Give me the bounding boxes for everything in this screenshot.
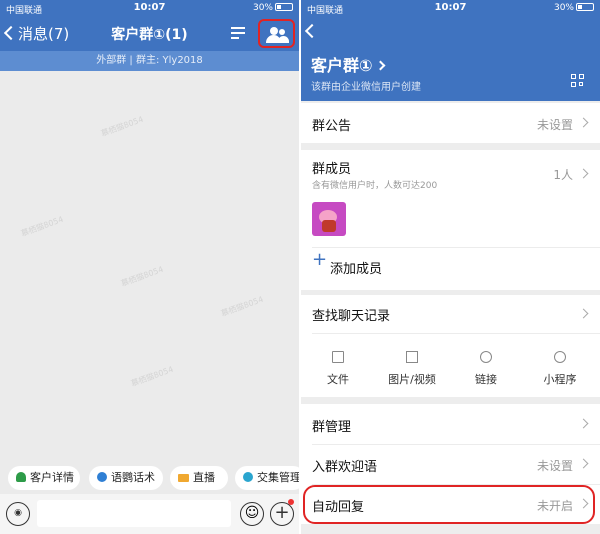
back-button[interactable]	[304, 23, 320, 41]
script-chip[interactable]: 语鹦话术	[89, 466, 163, 490]
group-info-bar: 外部群 | 群主: Yly2018	[0, 51, 299, 71]
chevron-right-icon	[578, 117, 589, 128]
folder-icon	[332, 351, 344, 363]
settings-label: 入群欢迎语	[312, 460, 378, 475]
live-chip[interactable]: 直播	[170, 466, 228, 490]
announcement-label: 群公告	[312, 119, 352, 134]
mini-program-icon	[554, 351, 566, 363]
tool-label: 小程序	[543, 373, 577, 386]
battery-indicator: 30%	[554, 3, 594, 13]
watermark: 慕栖猫8054	[129, 364, 175, 389]
history-section: 查找聊天记录 文件 图片/视频 链接 小程序	[301, 295, 600, 397]
add-icon[interactable]: +	[312, 251, 327, 269]
chevron-right-icon	[375, 60, 386, 71]
group-members-icon	[270, 27, 278, 35]
chip-label: 客户详情	[30, 471, 74, 484]
group-management-row[interactable]: 群管理	[301, 404, 600, 444]
battery-percent: 30%	[252, 3, 273, 13]
tool-label: 图片/视频	[388, 373, 436, 386]
group-subtitle: 该群由企业微信用户创建	[311, 82, 421, 93]
divider	[312, 247, 600, 248]
watermark: 慕栖猫8054	[119, 264, 165, 289]
file-tool[interactable]: 文件	[301, 351, 375, 387]
bird-icon	[243, 472, 253, 482]
welcome-message-row[interactable]: 入群欢迎语 未设置	[301, 444, 600, 484]
group-header: 中国联通 10:07 30% 客户群① 该群由企业微信用户创建	[301, 0, 600, 101]
filter-icon[interactable]	[231, 26, 245, 40]
announcement-row[interactable]: 群公告 未设置	[301, 103, 600, 143]
quick-action-bar: 客户详情 语鹦话术 直播 交集管理	[0, 462, 299, 494]
notification-dot	[288, 499, 294, 505]
chevron-left-icon	[304, 23, 320, 39]
emoji-icon[interactable]: ☺	[240, 502, 264, 526]
plus-icon[interactable]: +	[270, 502, 294, 526]
mini-program-tool[interactable]: 小程序	[523, 351, 597, 387]
message-input[interactable]	[37, 500, 231, 527]
battery-percent: 30%	[553, 3, 574, 13]
group-info-screen: 中国联通 10:07 30% 客户群① 该群由企业微信用户创建 群公告 未设置 …	[301, 0, 600, 534]
image-video-tool[interactable]: 图片/视频	[375, 351, 449, 387]
tool-label: 文件	[327, 373, 349, 386]
add-member-button[interactable]: 添加成员	[330, 258, 382, 277]
message-list[interactable]: 慕栖猫8054 慕栖猫8054 慕栖猫8054 慕栖猫8054 慕栖猫8054	[0, 71, 299, 459]
members-count[interactable]: 1人	[553, 166, 573, 183]
group-name[interactable]: 客户群①	[311, 52, 386, 76]
chevron-right-icon	[578, 458, 589, 469]
chip-label: 直播	[193, 471, 215, 484]
bird-icon	[97, 472, 107, 482]
status-bar: 中国联通 10:07 30%	[301, 0, 600, 16]
history-tools: 文件 图片/视频 链接 小程序	[301, 333, 600, 397]
chip-label: 语鹦话术	[111, 471, 155, 484]
chat-header: 中国联通 10:07 30% 消息(7) 客户群①(1)	[0, 0, 299, 51]
members-hint: 含有微信用户时，人数可达200	[312, 181, 438, 191]
link-tool[interactable]: 链接	[449, 351, 523, 387]
link-icon	[480, 351, 492, 363]
chevron-right-icon	[578, 308, 589, 319]
search-history-label[interactable]: 查找聊天记录	[312, 305, 390, 324]
battery-icon	[576, 3, 594, 11]
group-members-button[interactable]	[258, 19, 295, 48]
chevron-right-icon	[578, 418, 589, 429]
input-bar: ◉ ☺ +	[0, 494, 299, 534]
watermark: 慕栖猫8054	[99, 114, 145, 139]
battery-icon	[275, 3, 293, 11]
group-name-label: 客户群①	[311, 56, 373, 75]
watermark: 慕栖猫8054	[219, 294, 265, 319]
customer-details-chip[interactable]: 客户详情	[8, 466, 80, 490]
settings-value: 未设置	[536, 459, 573, 473]
avatar[interactable]	[312, 202, 346, 236]
highlight-box	[303, 485, 595, 524]
members-section: 群成员 含有微信用户时，人数可达200 1人 + 添加成员	[301, 150, 600, 290]
tool-label: 链接	[475, 373, 497, 386]
chat-screen: 中国联通 10:07 30% 消息(7) 客户群①(1) 外部群 | 群主: Y…	[0, 0, 299, 534]
image-icon	[406, 351, 418, 363]
announcement-value: 未设置	[536, 118, 573, 132]
chat-title: 客户群①(1)	[111, 27, 188, 43]
status-bar: 中国联通 10:07 30%	[0, 0, 299, 16]
chip-label: 交集管理	[257, 471, 299, 484]
person-icon	[16, 472, 26, 482]
members-label: 群成员	[312, 162, 352, 177]
watermark: 慕栖猫8054	[19, 214, 65, 239]
live-icon	[178, 474, 189, 482]
management-chip[interactable]: 交集管理	[235, 466, 299, 490]
battery-indicator: 30%	[253, 3, 293, 13]
qr-code-icon[interactable]	[571, 74, 585, 88]
chevron-right-icon	[578, 168, 589, 179]
settings-label: 群管理	[312, 420, 352, 435]
voice-input-icon[interactable]: ◉	[6, 502, 30, 526]
